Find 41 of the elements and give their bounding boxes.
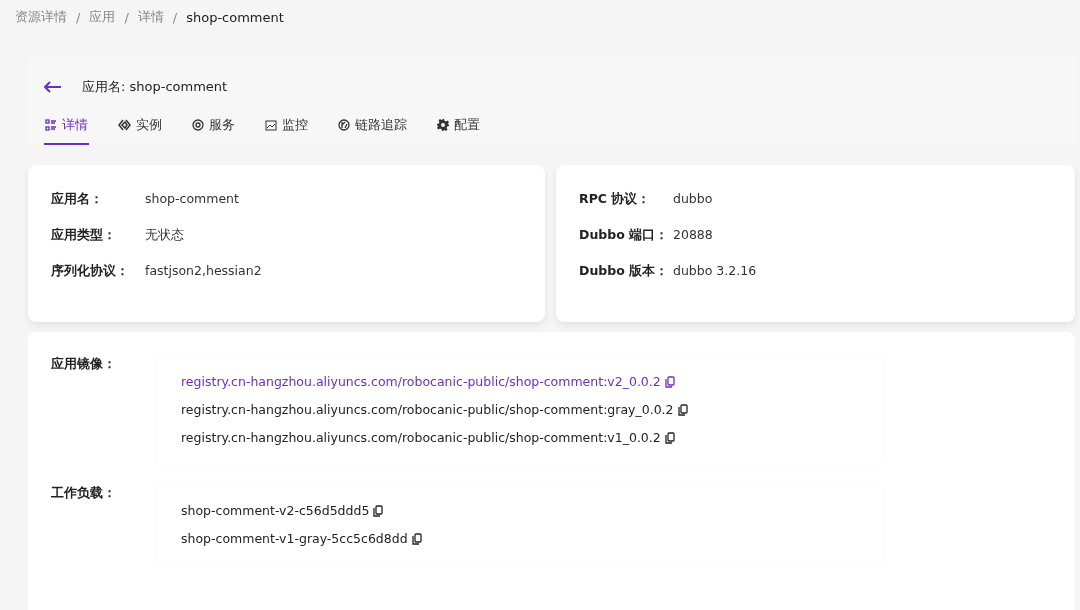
section-label: 工作负载： xyxy=(51,484,117,502)
breadcrumb-current: shop-comment xyxy=(186,9,284,25)
field-value: 无状态 xyxy=(145,227,184,244)
field-value: shop-comment xyxy=(145,191,239,208)
field-value: dubbo 3.2.16 xyxy=(673,263,757,280)
tab[interactable]: 监控 xyxy=(264,108,309,145)
page-title: 应用名: shop-comment xyxy=(82,78,228,96)
section-label: 应用镜像： xyxy=(51,355,117,373)
field-label: Dubbo 端口： xyxy=(579,227,670,244)
list-icon xyxy=(45,119,57,131)
copy-icon[interactable] xyxy=(664,431,675,444)
link[interactable]: shop-comment-v2-c56d5ddd5 xyxy=(181,503,370,518)
field-value: fastjson2,hessian2 xyxy=(145,263,262,280)
tab[interactable]: 服务 xyxy=(191,108,236,145)
breadcrumb-link[interactable]: 详情 xyxy=(137,8,164,26)
breadcrumb-separator: / xyxy=(172,9,178,25)
tab[interactable]: 链路追踪 xyxy=(337,108,408,145)
field-value: 20888 xyxy=(673,227,713,244)
link[interactable]: shop-comment-v1-gray-5cc5c6d8dd xyxy=(181,531,408,546)
back-arrow-icon[interactable] xyxy=(44,81,62,93)
field-label: 应用名： xyxy=(51,191,104,208)
field-label: RPC 协议： xyxy=(579,191,652,208)
copy-icon[interactable] xyxy=(677,403,688,416)
tab[interactable]: 配置 xyxy=(436,108,481,145)
breadcrumb-separator: / xyxy=(124,9,129,25)
copy-icon[interactable] xyxy=(373,504,384,517)
copy-icon[interactable] xyxy=(664,375,675,388)
chart-icon xyxy=(265,119,277,131)
field-label: Dubbo 版本： xyxy=(579,263,670,280)
breadcrumb-separator: / xyxy=(76,9,81,25)
field-label: 应用类型： xyxy=(51,227,117,244)
copy-icon[interactable] xyxy=(411,532,422,545)
tab[interactable]: 详情 xyxy=(44,108,89,145)
field-label: 序列化协议： xyxy=(51,263,130,280)
link[interactable]: registry.cn-hangzhou.aliyuncs.com/robocanic-public/shop-comment:v1_0.0.2 xyxy=(181,430,661,445)
link[interactable]: registry.cn-hangzhou.aliyuncs.com/robocanic-public/shop-comment:v2_0.0.2 xyxy=(181,374,661,389)
code-brackets-icon xyxy=(118,119,131,131)
gear-icon xyxy=(437,119,449,131)
tab[interactable]: 实例 xyxy=(117,108,163,145)
link[interactable]: registry.cn-hangzhou.aliyuncs.com/robocanic-public/shop-comment:gray_0.0.2 xyxy=(181,402,674,417)
field-value: dubbo xyxy=(673,191,713,208)
